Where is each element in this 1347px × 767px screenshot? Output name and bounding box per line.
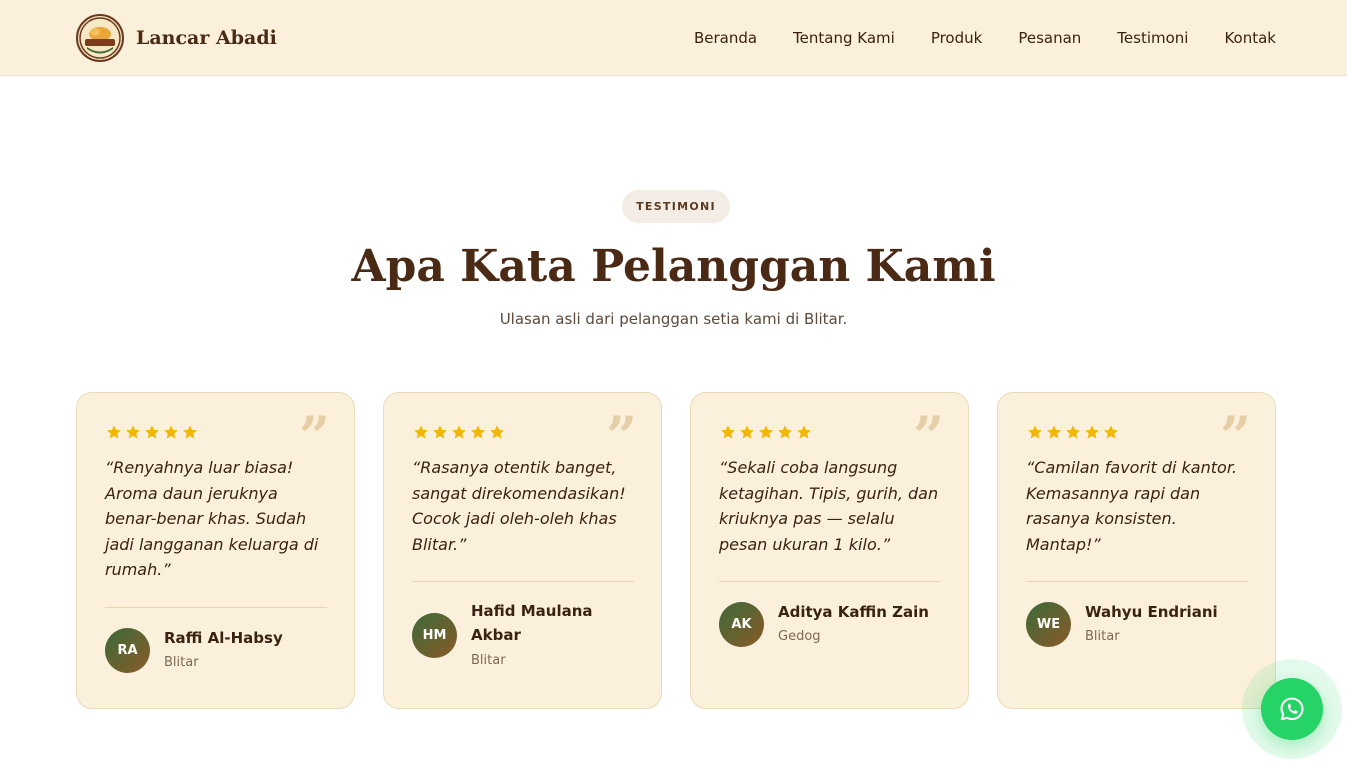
brand[interactable]: Lancar Abadi — [76, 14, 277, 62]
author-location: Blitar — [471, 653, 506, 668]
testimonial-author: HM Hafid Maulana Akbar Blitar — [412, 595, 642, 668]
nav-produk[interactable]: Produk — [931, 29, 983, 47]
star-icon — [740, 425, 754, 439]
author-name: Hafid Maulana Akbar — [471, 602, 593, 644]
brand-name: Lancar Abadi — [136, 27, 277, 49]
star-icon — [1104, 425, 1118, 439]
avatar: AK — [719, 602, 764, 647]
star-icon — [797, 425, 811, 439]
testimonial-author: WE Wahyu Endriani Blitar — [1026, 595, 1256, 655]
testimonial-author: AK Aditya Kaffin Zain Gedog — [719, 595, 949, 655]
star-rating — [1026, 424, 1121, 441]
star-icon — [164, 425, 178, 439]
star-icon — [471, 425, 485, 439]
author-location: Blitar — [1085, 629, 1120, 644]
testimonial-card: ” “Renyahnya luar biasa! Aroma daun jeru… — [76, 392, 355, 709]
star-icon — [759, 425, 773, 439]
section-subtitle: Ulasan asli dari pelanggan setia kami di… — [499, 310, 848, 328]
card-divider — [105, 607, 327, 608]
star-rating — [412, 424, 507, 441]
testimonial-quote: “Rasanya otentik banget, sangat direkome… — [412, 458, 626, 554]
nav-beranda[interactable]: Beranda — [694, 29, 757, 47]
logo-emblem-icon — [79, 17, 121, 59]
whatsapp-icon — [1280, 697, 1304, 721]
main-nav: Beranda Tentang Kami Produk Pesanan Test… — [694, 0, 1276, 76]
testimonial-card: ” “Sekali coba langsung ketagihan. Tipis… — [690, 392, 969, 709]
testimonial-card: ” “Camilan favorit di kantor. Kemasannya… — [997, 392, 1276, 709]
author-name: Wahyu Endriani — [1085, 603, 1218, 621]
testimonial-author: RA Raffi Al-Habsy Blitar — [105, 621, 335, 681]
star-icon — [1047, 425, 1061, 439]
star-icon — [107, 425, 121, 439]
card-divider — [1026, 581, 1248, 582]
section-badge: TESTIMONI — [622, 190, 730, 223]
star-icon — [1085, 425, 1099, 439]
star-icon — [183, 425, 197, 439]
star-icon — [126, 425, 140, 439]
whatsapp-button[interactable] — [1261, 678, 1323, 740]
nav-tentang-kami[interactable]: Tentang Kami — [793, 29, 895, 47]
star-icon — [452, 425, 466, 439]
testimonial-quote: “Camilan favorit di kantor. Kemasannya r… — [1026, 458, 1238, 554]
testimonial-list: ” “Renyahnya luar biasa! Aroma daun jeru… — [76, 392, 1276, 709]
star-icon — [1028, 425, 1042, 439]
nav-pesanan[interactable]: Pesanan — [1018, 29, 1081, 47]
nav-kontak[interactable]: Kontak — [1224, 29, 1276, 47]
star-icon — [490, 425, 504, 439]
author-name: Aditya Kaffin Zain — [778, 603, 929, 621]
star-icon — [433, 425, 447, 439]
star-icon — [1066, 425, 1080, 439]
star-rating — [719, 424, 814, 441]
star-icon — [721, 425, 735, 439]
card-divider — [412, 581, 634, 582]
navbar: Lancar Abadi Beranda Tentang Kami Produk… — [0, 0, 1347, 76]
testimonial-card: ” “Rasanya otentik banget, sangat direko… — [383, 392, 662, 709]
avatar: WE — [1026, 602, 1071, 647]
star-rating — [105, 424, 200, 441]
avatar: RA — [105, 628, 150, 673]
section-title: Apa Kata Pelanggan Kami — [351, 241, 996, 292]
nav-testimoni[interactable]: Testimoni — [1117, 29, 1188, 47]
author-location: Blitar — [164, 655, 199, 670]
star-icon — [778, 425, 792, 439]
avatar: HM — [412, 613, 457, 658]
author-name: Raffi Al-Habsy — [164, 629, 283, 647]
author-location: Gedog — [778, 629, 821, 644]
testimonial-quote: “Sekali coba langsung ketagihan. Tipis, … — [719, 458, 939, 554]
testimonial-quote: “Renyahnya luar biasa! Aroma daun jerukn… — [105, 458, 319, 579]
card-divider — [719, 581, 941, 582]
star-icon — [414, 425, 428, 439]
star-icon — [145, 425, 159, 439]
lancar-abadi-logo — [76, 14, 124, 62]
